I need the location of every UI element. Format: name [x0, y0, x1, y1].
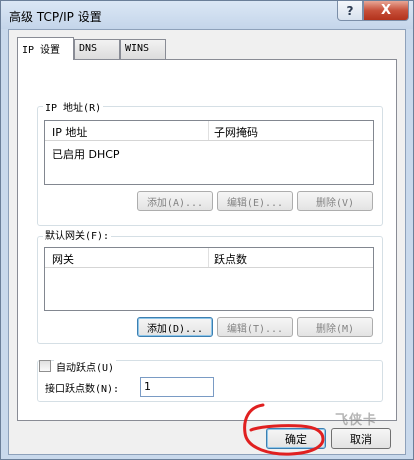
interface-metric-label: 接口跃点数(N):	[45, 384, 120, 395]
column-separator	[208, 248, 209, 267]
automatic-metric-label[interactable]: 自动跃点(U)	[54, 359, 117, 374]
list-item[interactable]: 已启用 DHCP	[52, 146, 120, 162]
tab-wins[interactable]: WINS	[120, 39, 166, 59]
tab-panel-ip-settings: IP 地址(R) IP 地址 子网掩码 已启用 DHCP 添加(A)... 编辑…	[17, 59, 397, 421]
window-title: 高级 TCP/IP 设置	[9, 10, 102, 24]
column-gateway[interactable]: 网关	[52, 251, 74, 267]
tab-label: IP 设置	[22, 45, 61, 56]
add-gateway-button[interactable]: 添加(D)...	[137, 317, 213, 337]
gateway-list[interactable]: 网关 跃点数	[44, 247, 374, 311]
help-button[interactable]: ?	[337, 1, 363, 21]
red-circle-annotation	[243, 403, 325, 456]
tab-label: WINS	[125, 43, 150, 54]
close-icon: X	[380, 3, 392, 18]
column-metric[interactable]: 跃点数	[214, 251, 247, 267]
gateway-group-label: 默认网关(F):	[43, 227, 112, 242]
remove-ip-button[interactable]: 删除(V)	[297, 191, 373, 211]
cancel-button[interactable]: 取消	[331, 428, 391, 449]
interface-metric-input[interactable]: 1	[140, 377, 214, 397]
close-button[interactable]: X	[363, 1, 409, 21]
edit-gateway-button[interactable]: 编辑(T)...	[217, 317, 293, 337]
remove-gateway-button[interactable]: 删除(M)	[297, 317, 373, 337]
automatic-metric-checkbox[interactable]	[39, 360, 51, 372]
dialog-client: IP 设置 DNS WINS IP 地址(R) IP 地址 子网掩码 已启用 D…	[8, 29, 406, 455]
help-icon: ?	[346, 3, 354, 18]
ip-address-list[interactable]: IP 地址 子网掩码 已启用 DHCP	[44, 120, 374, 185]
column-separator	[208, 121, 209, 140]
tab-label: DNS	[79, 43, 98, 54]
dialog-window: 高级 TCP/IP 设置 ? X IP 设置 DNS WINS IP 地址(R)…	[0, 0, 414, 460]
edit-ip-button[interactable]: 编辑(E)...	[217, 191, 293, 211]
ip-list-header: IP 地址 子网掩码	[45, 121, 373, 141]
column-subnet-mask[interactable]: 子网掩码	[214, 124, 258, 140]
gateway-list-header: 网关 跃点数	[45, 248, 373, 268]
title-bar[interactable]: 高级 TCP/IP 设置 ? X	[1, 1, 413, 29]
tab-dns[interactable]: DNS	[74, 39, 120, 59]
ip-address-group-label: IP 地址(R)	[43, 99, 104, 114]
add-ip-button[interactable]: 添加(A)...	[137, 191, 213, 211]
column-ip-address[interactable]: IP 地址	[52, 124, 87, 140]
watermark-text: 飞侠卡	[335, 413, 378, 428]
tab-ip-settings[interactable]: IP 设置	[17, 37, 74, 60]
